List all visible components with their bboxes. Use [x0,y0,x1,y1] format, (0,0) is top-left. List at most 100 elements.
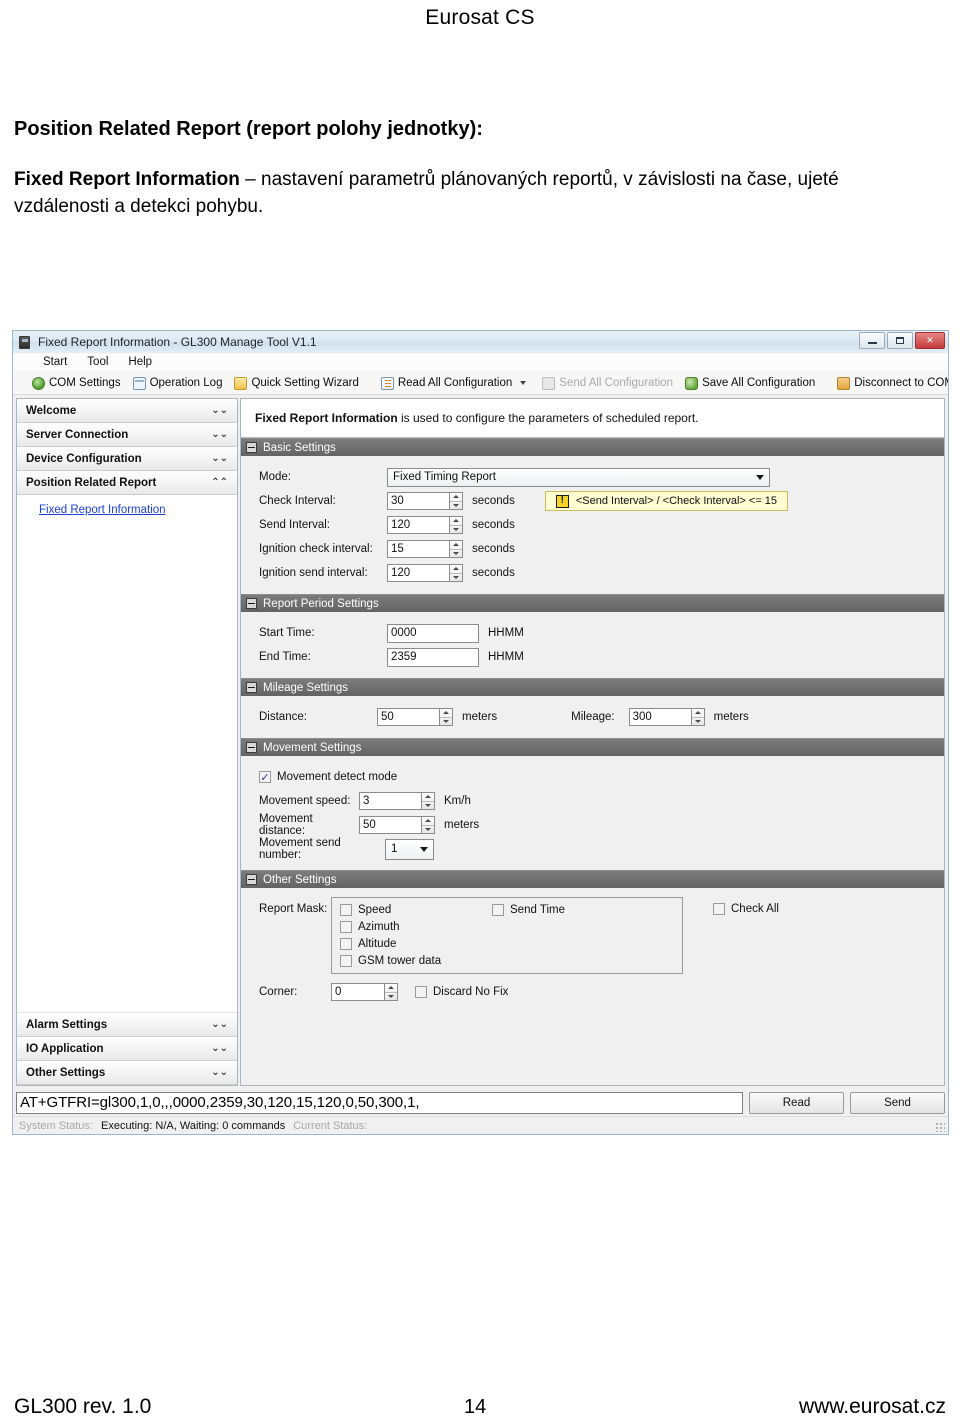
toolbar-com-settings[interactable]: COM Settings [26,376,127,391]
checkbox-icon[interactable] [492,904,504,916]
check-interval-input[interactable]: 30 [387,492,449,510]
checkbox-icon[interactable] [340,904,352,916]
toolbar-save-all-configuration[interactable]: Save All Configuration [679,376,821,391]
spin-down-icon[interactable] [450,548,462,558]
menu-item-tool[interactable]: Tool [77,354,118,370]
ignition-send-interval-stepper[interactable]: 120 [387,564,463,582]
mode-select[interactable]: Fixed Timing Report [387,467,770,487]
read-button[interactable]: Read [749,1091,844,1114]
ignition-check-interval-spin-buttons[interactable] [449,540,463,558]
corner-stepper[interactable]: 0 [331,983,398,1001]
distance-input[interactable]: 50 [377,708,439,726]
spin-up-icon[interactable] [440,709,452,717]
spin-up-icon[interactable] [450,493,462,501]
collapse-icon[interactable] [246,742,257,753]
panel-basic-settings-header[interactable]: Basic Settings [241,438,944,456]
checkbox-icon[interactable] [713,903,725,915]
spin-up-icon[interactable] [450,541,462,549]
sidebar-item-io-application[interactable]: IO Application ⌄⌄ [17,1037,237,1061]
start-time-input[interactable]: 0000 [387,623,479,643]
at-command-input[interactable]: AT+GTFRI=gl300,1,0,,,0000,2359,30,120,15… [16,1091,743,1114]
ignition-check-interval-input[interactable]: 15 [387,540,449,558]
ignition-send-interval-spin-buttons[interactable] [449,564,463,582]
mask-checkbox-altitude[interactable]: Altitude [340,938,492,950]
sidebar-item-server-connection[interactable]: Server Connection ⌄⌄ [17,423,237,447]
send-interval-input[interactable]: 120 [387,516,449,534]
movement-detect-mode-checkbox[interactable] [259,771,271,783]
spin-up-icon[interactable] [692,709,704,717]
maximize-button[interactable] [887,332,913,349]
toolbar-read-all-configuration[interactable]: Read All Configuration [375,376,536,391]
minimize-button[interactable] [859,332,885,349]
mileage-spin-buttons[interactable] [690,708,705,726]
collapse-icon[interactable] [246,598,257,609]
toolbar-disconnect-to-com[interactable]: Disconnect to COM [831,376,948,391]
checkbox-icon[interactable] [340,938,352,950]
checkbox-icon[interactable] [415,986,427,998]
collapse-icon[interactable] [246,442,257,453]
checkbox-icon[interactable] [340,921,352,933]
ignition-check-interval-stepper[interactable]: 15 [387,540,463,558]
panel-mileage-settings-header[interactable]: Mileage Settings [241,678,944,696]
mileage-input[interactable]: 300 [628,708,691,726]
distance-spin-buttons[interactable] [439,708,453,726]
spin-up-icon[interactable] [450,517,462,525]
check-interval-stepper[interactable]: 30 [387,492,463,510]
menu-item-help[interactable]: Help [118,354,162,370]
movement-speed-input[interactable]: 3 [359,792,421,810]
sidebar-item-device-configuration[interactable]: Device Configuration ⌄⌄ [17,447,237,471]
spin-down-icon[interactable] [422,824,434,834]
spin-down-icon[interactable] [440,716,452,726]
movement-speed-stepper[interactable]: 3 [359,792,435,810]
spin-down-icon[interactable] [385,991,397,1001]
end-time-input[interactable]: 2359 [387,647,479,667]
mask-checkbox-azimuth[interactable]: Azimuth [340,921,492,933]
check-interval-spin-buttons[interactable] [449,492,463,510]
ignition-send-interval-input[interactable]: 120 [387,564,449,582]
mileage-stepper[interactable]: 300 [628,708,705,726]
toolbar-operation-log[interactable]: Operation Log [127,376,229,391]
toolbar-quick-setting-wizard[interactable]: Quick Setting Wizard [228,376,364,391]
movement-send-number-select[interactable]: 1 [385,838,434,860]
sidebar-item-welcome[interactable]: Welcome ⌄⌄ [17,399,237,423]
close-button[interactable]: ✕ [915,332,945,349]
spin-up-icon[interactable] [385,984,397,992]
collapse-icon[interactable] [246,682,257,693]
panel-report-period-settings-header[interactable]: Report Period Settings [241,594,944,612]
panel-other-settings-header[interactable]: Other Settings [241,870,944,888]
sidebar-item-position-related-report[interactable]: Position Related Report ⌃⌃ [17,471,237,495]
check-all-checkbox-row[interactable]: Check All [713,903,779,915]
corner-spin-buttons[interactable] [384,983,398,1001]
panel-movement-settings-header[interactable]: Movement Settings [241,738,944,756]
menu-item-start[interactable]: Start [33,354,77,370]
spin-down-icon[interactable] [691,716,704,726]
mask-checkbox-speed[interactable]: Speed [340,904,492,916]
spin-down-icon[interactable] [422,800,434,810]
discard-no-fix-checkbox-row[interactable]: Discard No Fix [415,986,508,998]
checkbox-icon[interactable] [340,955,352,967]
spin-up-icon[interactable] [422,817,434,825]
mask-checkbox-send-time[interactable]: Send Time [492,904,565,916]
spin-up-icon[interactable] [450,565,462,573]
corner-input[interactable]: 0 [331,983,384,1001]
spin-up-icon[interactable] [422,793,434,801]
spin-down-icon[interactable] [450,572,462,582]
spin-down-icon[interactable] [450,524,462,534]
send-interval-stepper[interactable]: 120 [387,516,463,534]
spin-down-icon[interactable] [450,500,462,510]
movement-distance-stepper[interactable]: 50 [359,816,435,834]
movement-detect-mode-checkbox-row[interactable]: Movement detect mode [259,771,397,783]
mask-checkbox-gsm-tower-data[interactable]: GSM tower data [340,955,492,967]
movement-speed-spin-buttons[interactable] [421,792,435,810]
collapse-icon[interactable] [246,874,257,885]
sidebar-link-fixed-report-information[interactable]: Fixed Report Information [39,504,166,516]
send-interval-spin-buttons[interactable] [449,516,463,534]
movement-distance-spin-buttons[interactable] [421,816,435,834]
toolbar-send-all-configuration[interactable]: Send All Configuration [536,376,679,391]
sidebar-item-alarm-settings[interactable]: Alarm Settings ⌄⌄ [17,1013,237,1037]
movement-distance-input[interactable]: 50 [359,816,421,834]
distance-stepper[interactable]: 50 [377,708,453,726]
resize-grip[interactable] [935,1122,945,1132]
sidebar-item-other-settings[interactable]: Other Settings ⌄⌄ [17,1061,237,1085]
chevron-down-icon[interactable] [520,381,527,385]
